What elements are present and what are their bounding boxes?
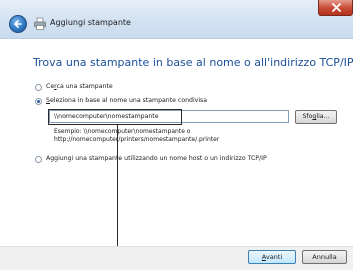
shared-printer-input[interactable]: \\nomecomputer\nomestampante [49, 110, 289, 123]
close-button[interactable] [318, 0, 353, 16]
printer-icon [34, 17, 46, 30]
option-host-tcpip-label[interactable]: Aggiungi una stampante utilizzando un no… [46, 155, 267, 162]
page-heading: Trova una stampante in base al nome o al… [33, 56, 353, 69]
option-search-printer-label[interactable]: Cerca una stampante [46, 83, 113, 90]
next-button[interactable]: Avanti [248, 250, 296, 264]
radio-search-printer[interactable] [35, 84, 42, 91]
back-arrow-icon [14, 20, 22, 28]
close-icon [332, 3, 341, 12]
footer [0, 246, 353, 270]
back-button[interactable] [9, 15, 27, 33]
radio-host-tcpip[interactable] [35, 156, 42, 163]
window-title: Aggiungi stampante [50, 18, 131, 27]
option-select-shared-label[interactable]: Seleziona in base al nome una stampante … [46, 97, 207, 104]
radio-select-shared[interactable] [35, 98, 42, 105]
browse-button[interactable]: Sfoglia... [295, 110, 337, 124]
example-text: Esempio: \\nomecomputer\nomestampante o … [54, 128, 220, 143]
cancel-button[interactable]: Annulla [302, 250, 347, 264]
